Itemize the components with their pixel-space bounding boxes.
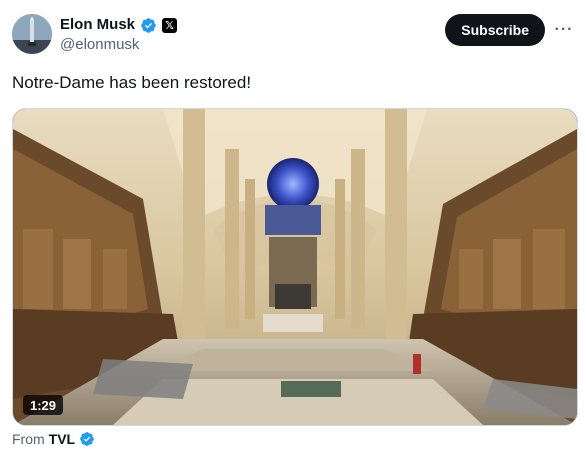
subscribe-button[interactable]: Subscribe (445, 14, 545, 46)
source-account-link[interactable]: TVL (49, 431, 75, 447)
tweet-text: Notre-Dame has been restored! (12, 73, 252, 92)
video-source: From TVL (12, 431, 95, 447)
source-prefix: From (12, 431, 45, 447)
more-options-icon[interactable]: ··· (553, 19, 575, 41)
name-row: Elon Musk 𝕏 (60, 16, 178, 34)
video-duration: 1:29 (23, 395, 64, 415)
avatar[interactable] (12, 14, 52, 54)
video-thumbnail (13, 109, 577, 425)
video-player[interactable]: 1:29 (12, 108, 578, 426)
x-affiliation-icon: 𝕏 (162, 17, 178, 33)
verified-badge-icon (141, 17, 156, 33)
verified-badge-icon (80, 432, 94, 446)
tweet-header: Elon Musk 𝕏 @elonmusk Subscribe ··· (12, 12, 575, 58)
author-name[interactable]: Elon Musk (60, 16, 135, 34)
author-handle[interactable]: @elonmusk (60, 36, 139, 54)
